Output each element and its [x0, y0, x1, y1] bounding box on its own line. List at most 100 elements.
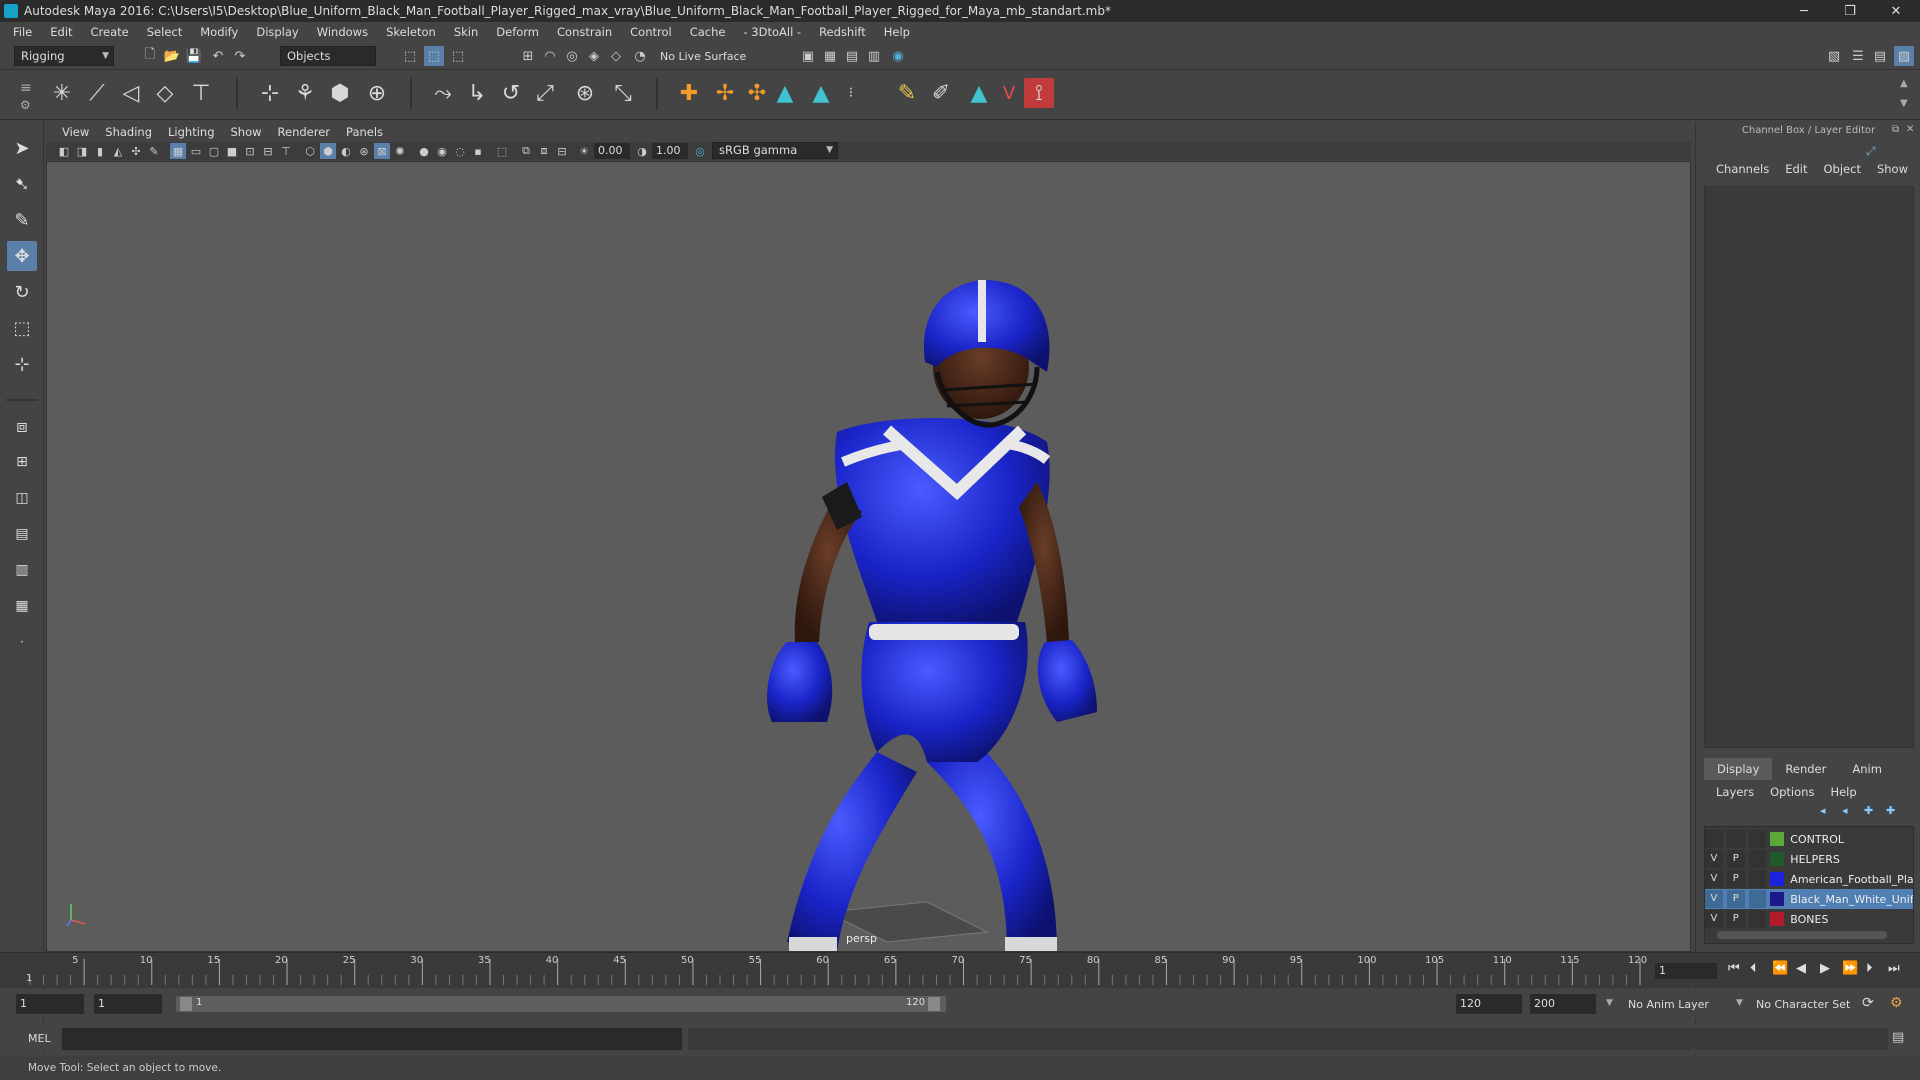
- menu-skeleton[interactable]: Skeleton: [377, 25, 445, 39]
- layer-color-swatch[interactable]: [1770, 872, 1785, 886]
- paint-select-tool-icon[interactable]: ✎: [7, 205, 37, 235]
- motion-blur-icon[interactable]: ◌: [452, 143, 468, 159]
- animation-end-field[interactable]: 200: [1530, 994, 1596, 1014]
- layer-row[interactable]: V P HELPERS: [1705, 849, 1913, 869]
- orient-constraint-icon[interactable]: ↺: [496, 78, 526, 108]
- layer-name[interactable]: American_Football_Pla: [1790, 873, 1913, 886]
- playback-start-field[interactable]: 1: [94, 994, 162, 1014]
- layer-visibility[interactable]: [1705, 830, 1723, 848]
- menu-windows[interactable]: Windows: [308, 25, 377, 39]
- outliner-persp-layout-icon[interactable]: ▤: [7, 519, 37, 549]
- graph-persp-layout-icon[interactable]: ▥: [7, 555, 37, 585]
- layer-playback[interactable]: P: [1726, 910, 1745, 928]
- ik-handle-icon[interactable]: ⟋: [82, 78, 112, 108]
- channel-box-toggle-icon[interactable]: ▨: [1894, 46, 1914, 66]
- range-slider-end-handle[interactable]: [928, 997, 940, 1011]
- 3dtoall-tool-a-icon[interactable]: ▲: [770, 78, 800, 108]
- layer-menu-options[interactable]: Options: [1762, 782, 1822, 802]
- camera-attrs-icon[interactable]: ◨: [74, 143, 90, 159]
- rotate-tool-icon[interactable]: ↻: [7, 277, 37, 307]
- redo-icon[interactable]: ↷: [230, 46, 250, 66]
- tool-settings-icon[interactable]: ▤: [1870, 46, 1890, 66]
- menu-set-dropdown[interactable]: Rigging ▼: [14, 46, 114, 66]
- layer-row[interactable]: V P BONES: [1705, 909, 1913, 929]
- new-scene-icon[interactable]: 🗋: [140, 46, 160, 66]
- step-forward-frame-icon[interactable]: ⏩: [1842, 961, 1858, 976]
- isolate-select-icon[interactable]: ⬚: [494, 143, 510, 159]
- command-input[interactable]: [62, 1028, 682, 1050]
- panel-menu-show[interactable]: Show: [223, 125, 270, 139]
- live-surface-label[interactable]: No Live Surface: [660, 50, 746, 63]
- channel-box-menu-object[interactable]: Object: [1816, 162, 1869, 182]
- single-pane-layout-icon[interactable]: ⧈: [7, 411, 37, 441]
- layer-list-scrollbar[interactable]: [1717, 931, 1887, 939]
- layer-name[interactable]: CONTROL: [1790, 833, 1913, 846]
- snap-curve-icon[interactable]: ◠: [540, 46, 560, 66]
- field-chart-icon[interactable]: ⊡: [242, 143, 258, 159]
- shadows-icon[interactable]: ●: [416, 143, 432, 159]
- layer-display-type[interactable]: [1748, 890, 1767, 908]
- create-ik-fk-icon[interactable]: ✢: [710, 78, 740, 108]
- lattice-icon[interactable]: ⬢: [325, 78, 355, 108]
- wireframe-on-shaded-icon[interactable]: ⊛: [356, 143, 372, 159]
- gamma-field[interactable]: 1.00: [652, 143, 688, 159]
- 3dtoall-tool-c-icon[interactable]: ▲: [964, 78, 994, 108]
- screen-ao-icon[interactable]: ◉: [434, 143, 450, 159]
- menu-file[interactable]: File: [4, 25, 41, 39]
- viewport-persp[interactable]: persp: [46, 161, 1691, 952]
- menu-skin[interactable]: Skin: [445, 25, 487, 39]
- layer-row[interactable]: CONTROL: [1705, 829, 1913, 849]
- auto-key-icon[interactable]: ⟳: [1862, 995, 1874, 1011]
- menu-help[interactable]: Help: [875, 25, 919, 39]
- channel-box-menu-show[interactable]: Show: [1869, 162, 1916, 182]
- play-forward-icon[interactable]: ▶: [1820, 961, 1830, 976]
- close-panel-icon[interactable]: ✕: [1906, 124, 1914, 135]
- layer-color-swatch[interactable]: [1770, 832, 1785, 846]
- safe-action-icon[interactable]: ⊟: [260, 143, 276, 159]
- tab-render[interactable]: Render: [1772, 758, 1839, 780]
- scale-constraint-icon[interactable]: ⤢: [530, 78, 560, 108]
- parent-constraint-icon[interactable]: ⤳: [428, 78, 458, 108]
- anim-layer-dropdown-arrow[interactable]: ▼: [1606, 998, 1613, 1008]
- go-to-start-icon[interactable]: ⏮: [1728, 961, 1740, 976]
- brush-tool-icon[interactable]: ✐: [926, 78, 956, 108]
- default-material-icon[interactable]: ◐: [338, 143, 354, 159]
- layer-display-type[interactable]: [1748, 870, 1767, 888]
- xray-joints-icon[interactable]: ⧈: [536, 143, 552, 159]
- grid-toggle-icon[interactable]: ▦: [170, 143, 186, 159]
- ipr-render-icon[interactable]: ▤: [842, 46, 862, 66]
- exposure-field[interactable]: 0.00: [594, 143, 630, 159]
- shelf-scroll-down-icon[interactable]: ▼: [1900, 98, 1908, 109]
- layer-name[interactable]: BONES: [1790, 913, 1913, 926]
- aim-constraint-icon[interactable]: ⊛: [570, 78, 600, 108]
- shelf-settings-icon[interactable]: ⚙: [20, 98, 31, 112]
- layer-menu-help[interactable]: Help: [1822, 782, 1864, 802]
- color-space-dropdown[interactable]: sRGB gamma ▼: [712, 142, 838, 159]
- human-ik-icon[interactable]: ✣: [742, 78, 772, 108]
- restore-button[interactable]: ❐: [1828, 0, 1872, 22]
- shelf-menu-icon[interactable]: ≡: [20, 80, 32, 96]
- panel-menu-renderer[interactable]: Renderer: [270, 125, 339, 139]
- channel-box-body[interactable]: [1704, 186, 1914, 748]
- smooth-shade-icon[interactable]: ⬢: [320, 143, 336, 159]
- anim-layer-label[interactable]: No Anim Layer: [1628, 998, 1709, 1011]
- select-by-hierarchy-icon[interactable]: ⬚: [400, 46, 420, 66]
- color-management-icon[interactable]: ◎: [692, 143, 708, 159]
- animation-start-field[interactable]: 1: [16, 994, 84, 1014]
- menu-display[interactable]: Display: [247, 25, 307, 39]
- step-back-frame-icon[interactable]: ⏪: [1772, 961, 1788, 976]
- panel-menu-panels[interactable]: Panels: [338, 125, 391, 139]
- menu-control[interactable]: Control: [621, 25, 681, 39]
- layer-playback[interactable]: P: [1726, 890, 1745, 908]
- attribute-editor-icon[interactable]: ☰: [1848, 46, 1868, 66]
- insert-joint-icon[interactable]: ◇: [150, 78, 180, 108]
- step-back-key-icon[interactable]: ⏴: [1750, 961, 1757, 976]
- command-language-label[interactable]: MEL: [28, 1032, 51, 1045]
- layer-name[interactable]: Black_Man_White_Uniform_T: [1790, 893, 1913, 906]
- shelf-scroll-up-icon[interactable]: ▲: [1900, 78, 1908, 89]
- panel-menu-view[interactable]: View: [54, 125, 97, 139]
- menu-constrain[interactable]: Constrain: [548, 25, 621, 39]
- snap-grid-icon[interactable]: ⊞: [518, 46, 538, 66]
- bind-skin-icon[interactable]: ⊹: [255, 78, 285, 108]
- selection-mode-dropdown[interactable]: Objects: [280, 46, 376, 66]
